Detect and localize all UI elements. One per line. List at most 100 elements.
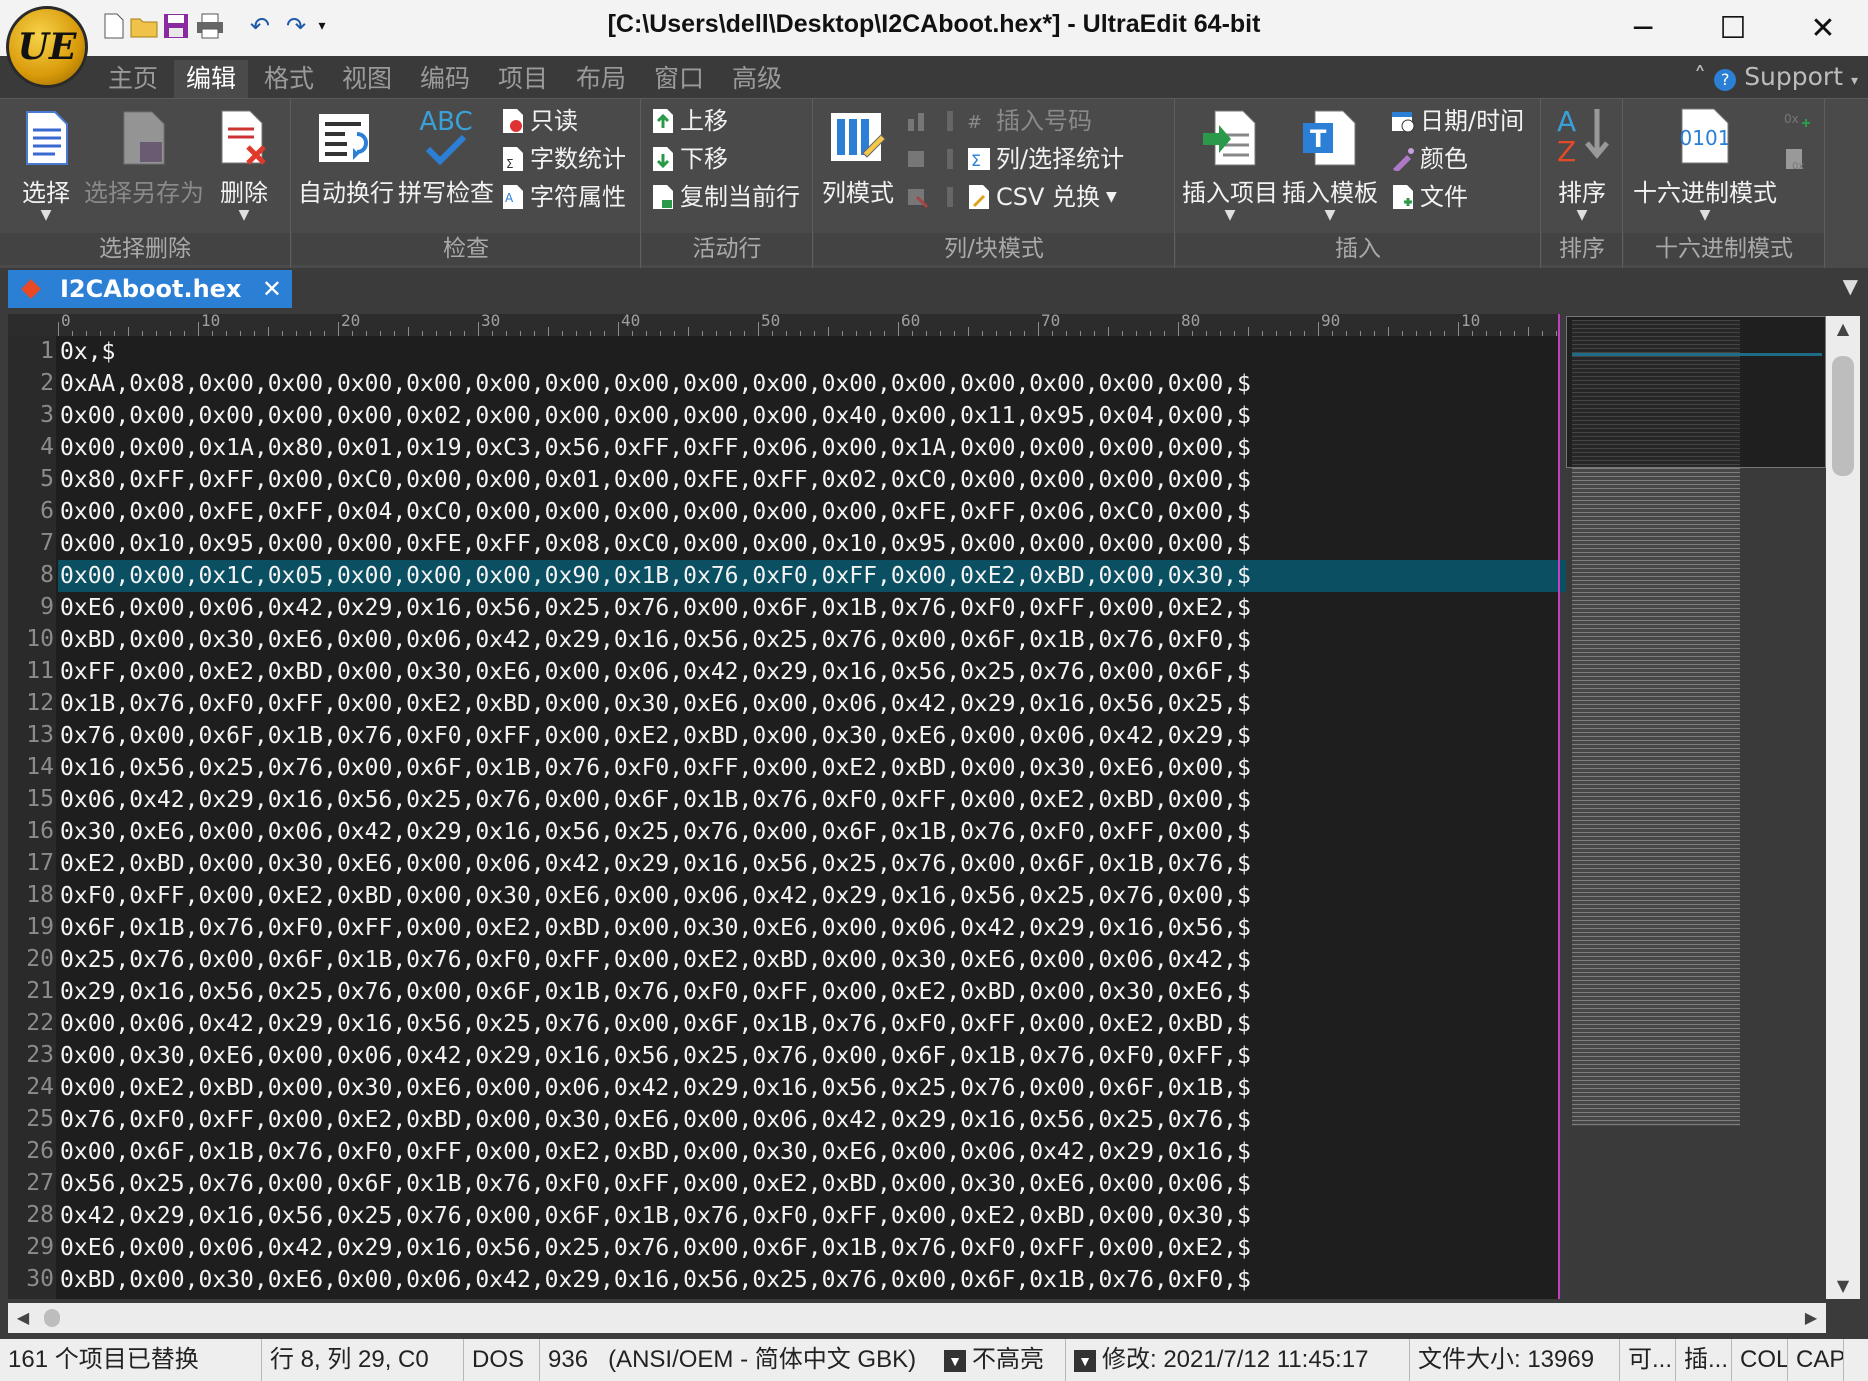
minimap-viewport[interactable] [1566,316,1826,468]
column-mode-button[interactable]: 列模式 [818,103,898,208]
status-col-mode[interactable]: COL [1732,1339,1788,1381]
column-tool-1-button[interactable] [904,103,934,139]
help-icon[interactable]: ? [1714,69,1736,91]
status-highlight[interactable]: ▼ 不高亮 [936,1339,1066,1381]
code-line[interactable]: 0x76,0xF0,0xFF,0x00,0xE2,0xBD,0x00,0x30,… [58,1104,1566,1136]
select-button[interactable]: 选择 ▼ [18,103,74,222]
code-line[interactable]: 0x16,0x56,0x25,0x76,0x00,0x6F,0x1B,0x76,… [58,752,1566,784]
datetime-button[interactable]: 日期/时间 [1390,103,1524,139]
vertical-scroll-thumb[interactable] [1832,356,1854,476]
code-line[interactable]: 0x00,0x10,0x95,0x00,0x00,0xFE,0xFF,0x08,… [58,528,1566,560]
file-button[interactable]: 文件 [1390,179,1468,215]
status-position[interactable]: 行 8, 列 29, C0 [262,1339,464,1381]
scroll-down-icon[interactable]: ▼ [1826,1273,1860,1299]
code-line[interactable]: 0x00,0x6F,0x1B,0x76,0xF0,0xFF,0x00,0xE2,… [58,1136,1566,1168]
code-line[interactable]: 0x00,0x06,0x42,0x29,0x16,0x56,0x25,0x76,… [58,1008,1566,1040]
code-line[interactable]: 0x80,0xFF,0xFF,0x00,0xC0,0x00,0x00,0x01,… [58,464,1566,496]
tab-home[interactable]: 主页 [96,60,170,98]
code-line[interactable]: 0x25,0x76,0x00,0x6F,0x1B,0x76,0xF0,0xFF,… [58,944,1566,976]
code-line[interactable]: 0x,$ [58,336,1566,368]
app-logo[interactable]: UE [6,6,88,88]
word-wrap-button[interactable]: 自动换行 [296,103,396,208]
code-line[interactable]: 0xE6,0x00,0x06,0x42,0x29,0x16,0x56,0x25,… [58,1232,1566,1264]
scroll-right-icon[interactable]: ▶ [1796,1303,1826,1333]
code-line[interactable]: 0x29,0x16,0x56,0x25,0x76,0x00,0x6F,0x1B,… [58,976,1566,1008]
maximize-button[interactable]: ☐ [1688,0,1778,56]
code-line[interactable]: 0xFF,0x00,0xE2,0xBD,0x00,0x30,0xE6,0x00,… [58,656,1566,688]
code-line[interactable]: 0x1B,0x76,0xF0,0xFF,0x00,0xE2,0xBD,0x00,… [58,688,1566,720]
code-line[interactable]: 0xBD,0x00,0x30,0xE6,0x00,0x06,0x42,0x29,… [58,1264,1566,1296]
close-tab-icon[interactable]: ✕ [262,270,282,308]
code-line[interactable]: 0xE6,0x00,0x06,0x42,0x29,0x16,0x56,0x25,… [58,592,1566,624]
sort-button[interactable]: A Z 排序 ▼ [1550,103,1614,222]
column-tool-2-button[interactable] [904,141,934,177]
scroll-left-icon[interactable]: ◀ [8,1303,38,1333]
tab-advanced[interactable]: 高级 [720,60,794,98]
horizontal-scroll-thumb[interactable] [44,1309,60,1327]
code-line[interactable]: 0x42,0x29,0x16,0x56,0x25,0x76,0x00,0x6F,… [58,1200,1566,1232]
code-line[interactable]: 0x56,0x25,0x76,0x00,0x6F,0x1B,0x76,0xF0,… [58,1168,1566,1200]
code-line[interactable]: 0xE2,0xBD,0x00,0x30,0xE6,0x00,0x06,0x42,… [58,848,1566,880]
scroll-up-icon[interactable]: ▲ [1826,316,1860,342]
chevron-up-icon[interactable]: ˄ [1694,62,1707,91]
vertical-scrollbar[interactable]: ▲ ▼ [1826,316,1860,1299]
tab-layout[interactable]: 布局 [564,60,638,98]
move-up-button[interactable]: 上移 [650,103,728,139]
code-line[interactable]: 0xF0,0xFF,0x00,0xE2,0xBD,0x00,0x30,0xE6,… [58,880,1566,912]
select-save-as-button[interactable]: 选择另存为 [84,103,204,208]
read-only-button[interactable]: 只读 [500,103,578,139]
copy-line-button[interactable]: 复制当前行 [650,179,800,215]
move-down-button[interactable]: 下移 [650,141,728,177]
chevron-down-icon[interactable]: ▾ [1851,73,1858,89]
code-line[interactable]: 0x00,0x00,0x1A,0x80,0x01,0x19,0xC3,0x56,… [58,432,1566,464]
spell-check-button[interactable]: ABC 拼写检查 [396,103,496,208]
insert-template-button[interactable]: T 插入模板 ▼ [1280,103,1380,222]
delete-button[interactable]: 删除 ▼ [214,103,274,222]
minimap[interactable] [1566,316,1826,1299]
horizontal-scrollbar[interactable]: ◀ ▶ [8,1303,1826,1333]
column-tool-3-button[interactable] [904,179,934,215]
code-line[interactable]: 0x6F,0x1B,0x76,0xF0,0xFF,0x00,0xE2,0xBD,… [58,912,1566,944]
code-line[interactable]: 0x00,0x00,0xFE,0xFF,0x04,0xC0,0x00,0x00,… [58,496,1566,528]
code-line[interactable]: 0x30,0xE6,0x00,0x06,0x42,0x29,0x16,0x56,… [58,816,1566,848]
color-button[interactable]: 颜色 [1390,141,1468,177]
column-tool-5-button[interactable] [938,141,968,177]
support-label[interactable]: Support [1744,62,1843,91]
editor-pane[interactable]: 0 10 20 30 40 50 60 70 80 90 10 1 2 3 4 5 6 7 8 9 10 11 12 13 1… [8,314,1558,1299]
insert-number-button[interactable]: # 插入号码 [966,103,1092,139]
word-count-button[interactable]: Σ 字数统计 [500,141,626,177]
tab-view[interactable]: 视图 [330,60,404,98]
code-area[interactable]: 0x,$ 0xAA,0x08,0x00,0x00,0x00,0x00,0x00,… [58,336,1566,1299]
close-button[interactable]: ✕ [1778,0,1868,56]
status-encoding[interactable]: 936 (ANSI/OEM - 简体中文 GBK) [540,1339,936,1381]
status-insert-mode[interactable]: 插... [1676,1339,1732,1381]
code-line[interactable]: 0x00,0xE2,0xBD,0x00,0x30,0xE6,0x00,0x06,… [58,1072,1566,1104]
tab-project[interactable]: 项目 [486,60,560,98]
support-menu[interactable]: ˄ ? Support ▾ [1694,62,1858,91]
document-tab[interactable]: I2CAboot.hex ✕ [8,270,292,308]
tab-encoding[interactable]: 编码 [408,60,482,98]
column-tool-6-button[interactable] [938,179,968,215]
column-tool-4-button[interactable] [938,103,968,139]
tab-format[interactable]: 格式 [252,60,326,98]
tab-window[interactable]: 窗口 [642,60,716,98]
status-writable[interactable]: 可... [1620,1339,1676,1381]
char-props-button[interactable]: A 字符属性 [500,179,626,215]
csv-convert-button[interactable]: CSV 兑换 ▼ [966,179,1117,215]
status-line-ending[interactable]: DOS [464,1339,540,1381]
dropdown-arrow-icon[interactable]: ▼ [1074,1350,1096,1372]
hex-insert-button[interactable]: 0x [1784,103,1814,139]
code-line[interactable]: 0x76,0x00,0x6F,0x1B,0x76,0xF0,0xFF,0x00,… [58,720,1566,752]
code-line[interactable]: 0x00,0x00,0x00,0x00,0x00,0x02,0x00,0x00,… [58,400,1566,432]
column-stats-button[interactable]: Σ 列/选择统计 [966,141,1124,177]
code-line[interactable]: 0x00,0x30,0xE6,0x00,0x06,0x42,0x29,0x16,… [58,1040,1566,1072]
code-line[interactable]: 0xBD,0x00,0x30,0xE6,0x00,0x06,0x42,0x29,… [58,624,1566,656]
current-code-line[interactable]: 0x00,0x00,0x1C,0x05,0x00,0x00,0x00,0x90,… [58,560,1566,592]
tab-list-dropdown-icon[interactable]: ▼ [1843,274,1858,298]
minimize-button[interactable]: ─ [1598,0,1688,56]
dropdown-arrow-icon[interactable]: ▼ [944,1350,966,1372]
code-line[interactable]: 0x06,0x42,0x29,0x16,0x56,0x25,0x76,0x00,… [58,784,1566,816]
code-line[interactable]: 0xAA,0x08,0x00,0x00,0x00,0x00,0x00,0x00,… [58,368,1566,400]
hex-mode-button[interactable]: 0101 十六进制模式 ▼ [1630,103,1780,222]
hex-delete-button[interactable]: 0x [1784,141,1814,177]
